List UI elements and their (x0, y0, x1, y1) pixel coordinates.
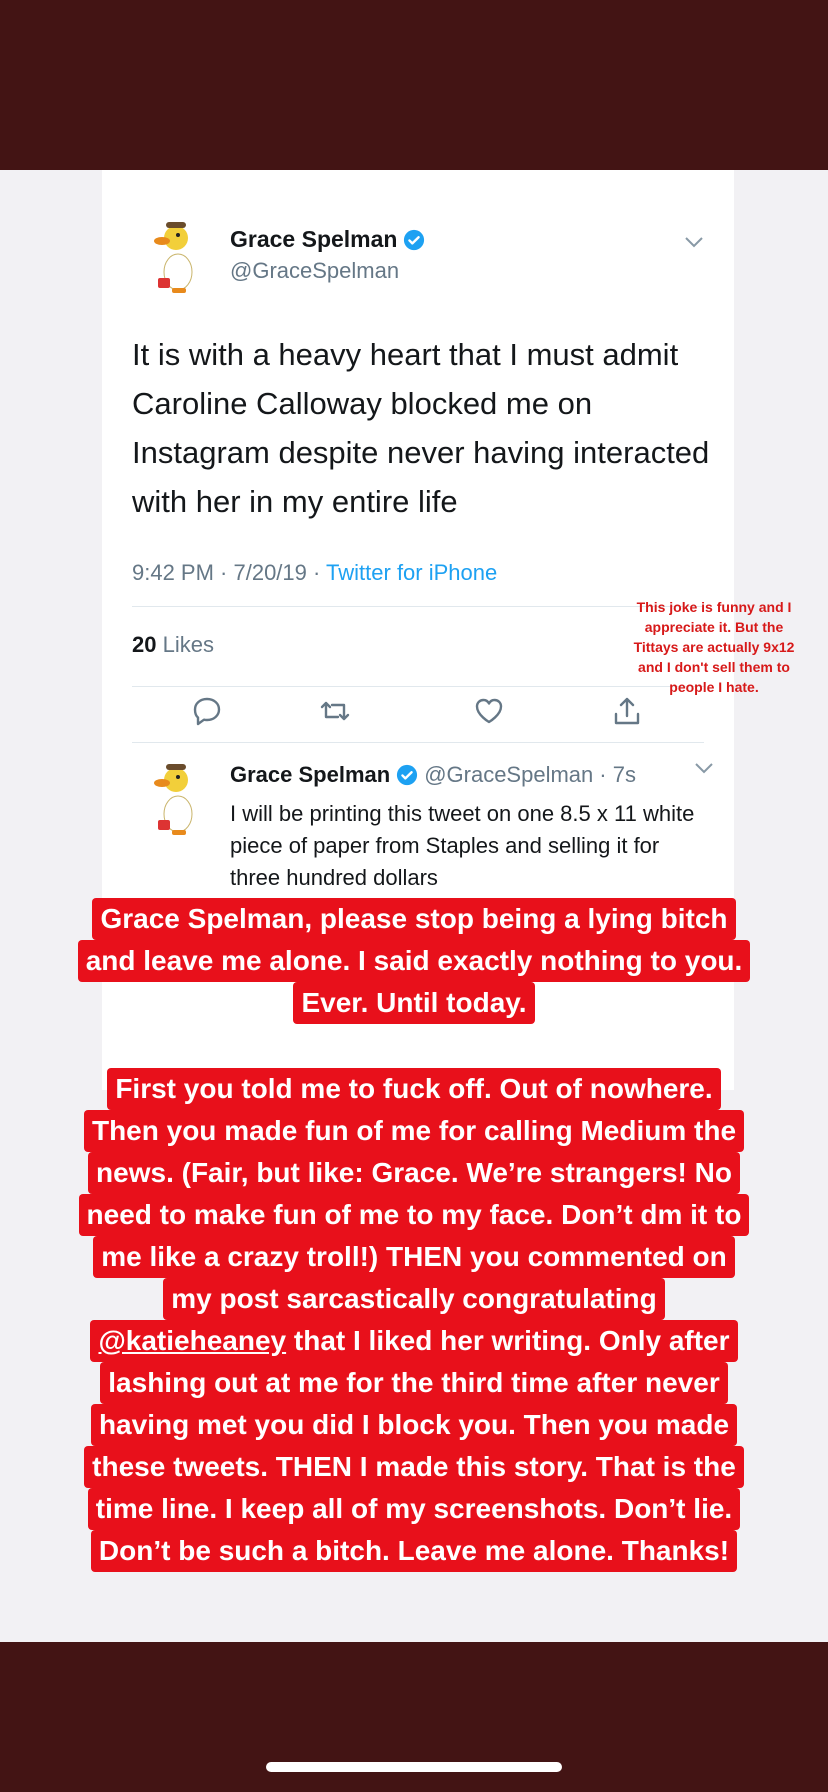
callout-line: these tweets. THEN I made this story. Th… (84, 1446, 744, 1488)
callout-line: my post sarcastically congratulating (163, 1278, 665, 1320)
callout-line: Then you made fun of me for calling Medi… (83, 1110, 745, 1152)
likes-number: 20 (132, 632, 157, 657)
callout-line: First you told me to fuck off. Out of no… (107, 1068, 721, 1110)
callout-line: and leave me alone. I said exactly nothi… (77, 940, 751, 982)
callout-line: Grace Spelman, please stop being a lying… (92, 898, 736, 940)
verified-badge-icon (397, 764, 418, 786)
callout-line: need to make fun of me to my face. Don’t… (78, 1194, 750, 1236)
chevron-down-icon[interactable] (694, 762, 714, 774)
likes-label: Likes (156, 632, 214, 657)
reply-author-handle[interactable]: @GraceSpelman (424, 762, 593, 788)
callout-line: news. (Fair, but like: Grace. We’re stra… (88, 1152, 740, 1194)
side-note-line: and I don't sell them to (638, 659, 790, 675)
reply-text: I will be printing this tweet on one 8.5… (230, 801, 695, 890)
side-note-line: people I hate. (669, 679, 759, 695)
share-icon[interactable] (610, 694, 644, 728)
tweet-author-handle[interactable]: @GraceSpelman (230, 258, 399, 284)
tweet-source-link[interactable]: Twitter for iPhone (326, 560, 497, 585)
tweet-text: It is with a heavy heart that I must adm… (132, 337, 710, 519)
callout-line-text: that I liked her writing. Only after (286, 1325, 730, 1356)
reply-author-name[interactable]: Grace Spelman (230, 762, 390, 788)
divider (132, 742, 704, 743)
callout-line: Ever. Until today. (293, 982, 535, 1024)
callout-message-2: First you told me to fuck off. Out of no… (0, 1068, 828, 1572)
callout-message-1: Grace Spelman, please stop being a lying… (0, 898, 828, 1024)
chevron-down-icon[interactable] (684, 236, 704, 248)
callout-line: me like a crazy troll!) THEN you comment… (93, 1236, 735, 1278)
duck-avatar-icon (154, 222, 193, 293)
tweet-author-name[interactable]: Grace Spelman (230, 226, 425, 253)
duck-avatar-icon (154, 764, 193, 835)
reply-age: · 7s (599, 762, 636, 787)
callout-line: Don’t be such a bitch. Leave me alone. T… (90, 1530, 738, 1572)
side-note-annotation: This joke is funny and I appreciate it. … (604, 597, 824, 697)
side-note-line: Tittays are actually 9x12 (633, 639, 795, 655)
home-indicator[interactable] (266, 1762, 562, 1772)
tweet-meta: 9:42 PM · 7/20/19 · Twitter for iPhone (132, 560, 497, 586)
retweet-icon[interactable] (318, 694, 352, 728)
callout-line: lashing out at me for the third time aft… (100, 1362, 728, 1404)
author-name-text[interactable]: Grace Spelman (230, 226, 397, 253)
reply-header: Grace Spelman @GraceSpelman · 7s (230, 762, 636, 788)
like-icon[interactable] (472, 694, 506, 728)
side-note-line: This joke is funny and I (636, 599, 792, 615)
callout-line: @katieheaney that I liked her writing. O… (90, 1320, 738, 1362)
verified-badge-icon (404, 229, 425, 250)
likes-count[interactable]: 20 Likes (132, 632, 214, 658)
callout-line: time line. I keep all of my screenshots.… (87, 1488, 741, 1530)
side-note-line: appreciate it. But the (644, 619, 784, 635)
callout-line: having met you did I block you. Then you… (90, 1404, 738, 1446)
reply-icon[interactable] (190, 694, 224, 728)
tweet-timestamp[interactable]: 9:42 PM · 7/20/19 · (132, 560, 326, 585)
story-frame: Grace Spelman @GraceSpelman It is with a… (0, 170, 828, 1642)
mention-link[interactable]: @katieheaney (98, 1325, 286, 1356)
